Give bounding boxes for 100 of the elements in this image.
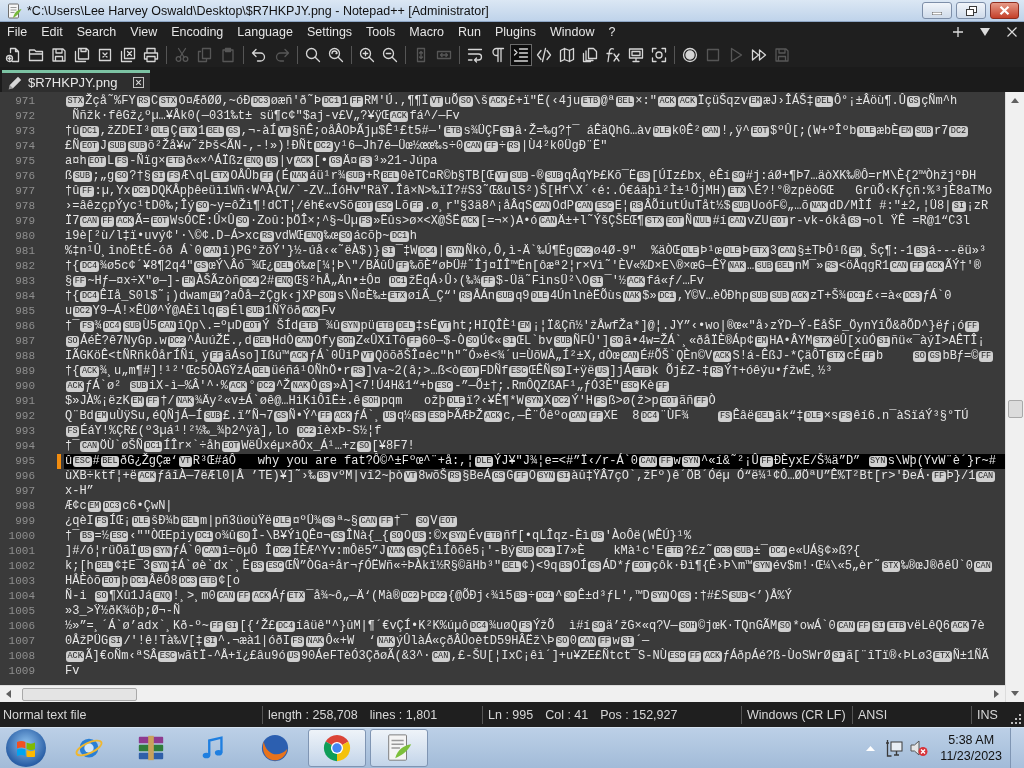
plus-icon[interactable] <box>953 27 963 37</box>
code-text: (É <box>274 169 289 183</box>
code-text: ª~§ <box>336 514 358 528</box>
code-text: ùXB÷ktf¦+ë <box>65 469 137 483</box>
angle-brackets-icon[interactable] <box>536 46 552 63</box>
segmented-circle-icon[interactable] <box>322 733 352 763</box>
caret-up-icon[interactable] <box>1011 98 1019 103</box>
fast-forward-icon[interactable] <box>751 46 767 63</box>
code-text: ‰œ <box>323 229 339 243</box>
status-text: Ln : 995 <box>488 707 534 722</box>
stacked-pages-icon[interactable] <box>582 46 598 63</box>
zoom-out-icon[interactable] <box>382 46 398 63</box>
code-text: »3_>Ÿ½ðK¾öþ;Ø¬-Ñ <box>65 604 181 618</box>
indent-guide-icon[interactable] <box>510 43 532 66</box>
folder-icon[interactable] <box>28 46 44 63</box>
code-text: ^Ž <box>275 379 291 393</box>
control-char-badge: VT <box>438 321 452 332</box>
scrollbar-thumb[interactable] <box>1007 400 1023 418</box>
taskbar-button[interactable] <box>370 729 428 767</box>
file-tab[interactable]: $R7HKPJY.png <box>2 70 151 92</box>
control-char-badge: ACK <box>66 381 85 392</box>
pages-close-icon[interactable] <box>120 46 136 63</box>
menu-item[interactable]: Macro <box>402 25 452 39</box>
caret-down-icon[interactable] <box>1011 691 1019 696</box>
close-icon[interactable] <box>1007 27 1017 37</box>
undo-icon[interactable] <box>251 46 267 63</box>
vertical-scrollbar[interactable] <box>1005 92 1024 702</box>
control-char-badge: GS <box>928 351 942 362</box>
control-char-badge: SUB <box>203 411 222 422</box>
menu-item[interactable]: Language <box>230 25 300 39</box>
muted-speaker-icon[interactable] <box>910 739 929 757</box>
folded-map-icon[interactable] <box>559 46 575 63</box>
clock-date[interactable]: 11/23/2023 <box>940 748 1002 764</box>
monitor-icon[interactable] <box>628 46 644 63</box>
caret-right-icon[interactable] <box>994 690 999 698</box>
control-char-badge: ETB <box>444 126 463 137</box>
menu-item[interactable]: Plugins <box>487 25 543 39</box>
menu-item[interactable]: ? <box>601 25 623 39</box>
control-char-badge: ETX <box>178 126 197 137</box>
menu-item[interactable]: Settings <box>299 25 360 39</box>
pilcrow-icon[interactable] <box>490 46 506 63</box>
control-char-badge: SO <box>591 621 605 632</box>
taskbar-button[interactable] <box>308 729 366 767</box>
menu-item[interactable]: File <box>0 25 35 39</box>
control-char-badge: CAN <box>202 246 222 257</box>
code-text: {@ÕÐj‹¾ì5 <box>447 589 513 603</box>
control-char-badge: ETB <box>166 156 185 167</box>
control-char-badge: DC3 <box>102 501 122 512</box>
menu-item[interactable]: Encoding <box>164 25 231 39</box>
control-char-badge: FS <box>115 156 129 167</box>
printer-icon[interactable] <box>143 46 159 63</box>
code-text: @ª <box>600 94 615 108</box>
scrollbar-thumb[interactable] <box>22 687 137 701</box>
network-icon[interactable] <box>885 739 904 757</box>
code-text: øæñ'ð˜Þ <box>270 94 322 108</box>
close-button[interactable] <box>990 2 1019 19</box>
record-icon[interactable] <box>682 46 698 63</box>
resize-grip-icon[interactable] <box>1011 714 1021 724</box>
control-char-badge: RS <box>448 471 462 482</box>
menu-item[interactable]: Tools <box>359 25 403 39</box>
menu-item[interactable]: Window <box>542 25 602 39</box>
function-icon[interactable] <box>605 46 621 63</box>
stacked-disks-icon[interactable] <box>74 46 90 63</box>
control-char-badge: CAN <box>533 201 552 212</box>
control-char-badge: US <box>382 411 396 422</box>
close-icon[interactable] <box>133 77 145 88</box>
caret-left-icon[interactable] <box>6 690 11 698</box>
clock-time[interactable]: 5:38 AM <box>948 732 995 748</box>
control-char-badge: CAN <box>836 621 855 632</box>
control-char-badge: US <box>590 531 604 542</box>
menu-item[interactable]: Run <box>451 25 488 39</box>
word-wrap-icon[interactable] <box>467 46 483 63</box>
menu-item[interactable]: Edit <box>34 25 70 39</box>
code-text: †{ <box>65 289 80 303</box>
zoom-in-icon[interactable] <box>359 46 375 63</box>
control-char-badge: SO <box>610 336 624 347</box>
code-text: Ç <box>170 124 178 138</box>
control-char-badge: EOT <box>460 366 479 377</box>
focus-frame-icon[interactable] <box>651 46 667 63</box>
control-char-badge: BEL <box>100 456 120 467</box>
menu-item[interactable]: Search <box>69 25 124 39</box>
code-text: q½ <box>396 409 412 423</box>
code-text: h <box>409 229 417 243</box>
search-replace-icon[interactable] <box>328 46 344 63</box>
horizontal-scrollbar[interactable] <box>0 685 1005 702</box>
menu-item[interactable]: View <box>123 25 165 39</box>
control-char-badge: DLE <box>857 126 876 137</box>
book-stack-icon[interactable] <box>136 733 166 763</box>
code-text: OÅÛb <box>230 169 260 183</box>
code-text: X <box>543 394 552 408</box>
page-close-icon[interactable] <box>97 46 113 63</box>
start-button[interactable] <box>6 729 46 767</box>
code-text: O <box>404 529 412 543</box>
caret-down-icon[interactable] <box>980 28 990 36</box>
control-char-badge: SO <box>563 591 577 602</box>
new-page-icon[interactable] <box>5 46 21 63</box>
search-icon[interactable] <box>305 46 321 63</box>
restore-button[interactable] <box>956 2 986 19</box>
control-char-badge: NAK <box>622 291 642 302</box>
swirl-globe-icon[interactable] <box>260 733 290 763</box>
